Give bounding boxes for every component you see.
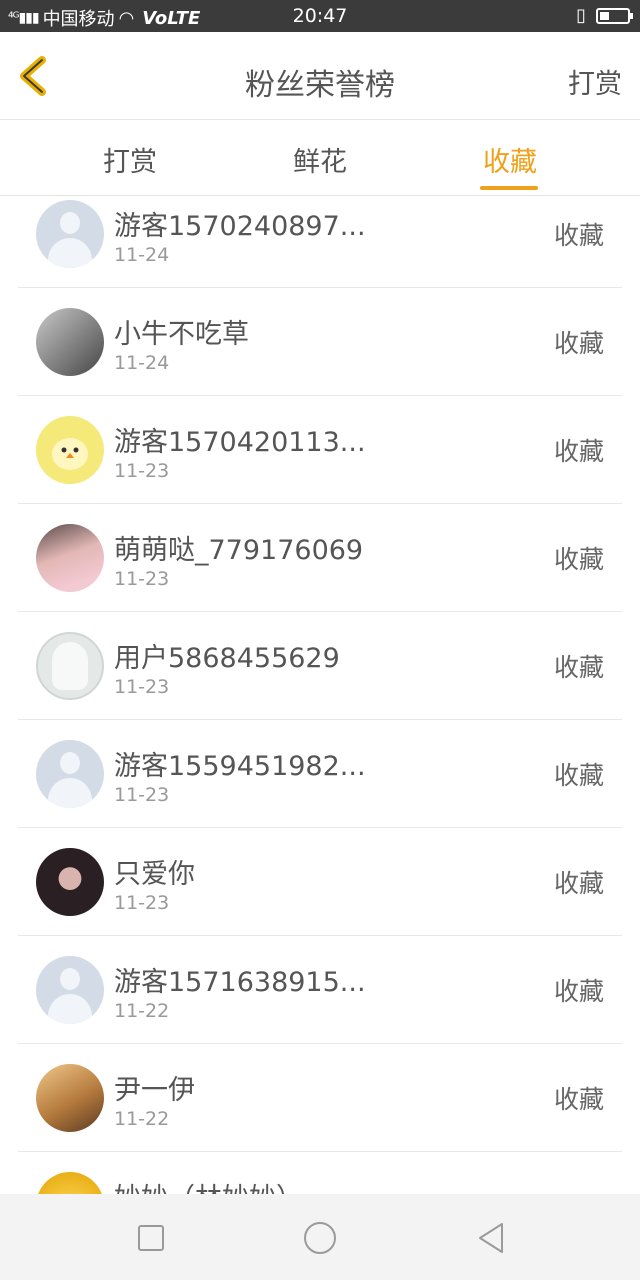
tab-reward[interactable]: 打赏: [70, 140, 190, 179]
list-item[interactable]: 尹一伊 11-22 收藏: [18, 1044, 622, 1152]
item-date: 11-23: [114, 460, 170, 482]
item-tag: 收藏: [553, 653, 604, 682]
item-tag: 收藏: [553, 545, 604, 574]
vibrate-icon: ▯: [576, 5, 586, 26]
item-date: 11-23: [114, 784, 170, 806]
item-date: 11-24: [114, 244, 170, 266]
default-avatar: [36, 740, 104, 808]
tab-favorites[interactable]: 收藏: [450, 140, 570, 179]
item-tag: 收藏: [553, 761, 604, 790]
cartoon-avatar: [36, 416, 104, 484]
tab-flowers[interactable]: 鲜花: [260, 140, 380, 179]
page-title: 粉丝荣誉榜: [245, 68, 395, 103]
item-date: 11-22: [114, 1000, 170, 1022]
user-name: 游客1570240897...: [114, 211, 366, 242]
user-name: 尹一伊: [114, 1075, 195, 1106]
chick-icon: [52, 438, 88, 470]
user-name: 游客1571638915...: [114, 967, 366, 998]
list-item[interactable]: 萌萌哒_779176069 11-23 收藏: [18, 504, 622, 612]
anime-girl-avatar: [36, 524, 104, 592]
default-avatar: [36, 956, 104, 1024]
list-item[interactable]: 游客1571638915... 11-22 收藏: [18, 936, 622, 1044]
item-tag: 收藏: [553, 329, 604, 358]
user-name: 游客1559451982...: [114, 751, 366, 782]
item-date: 11-24: [114, 352, 170, 374]
list-item[interactable]: 小牛不吃草 11-24 收藏: [18, 288, 622, 396]
status-bar: ⁴ᴳ▮▮▮ 中国移动 ◠ VoLTE 20:47 ▯: [0, 0, 640, 32]
header: 粉丝荣誉榜 打赏: [0, 32, 640, 120]
item-date: 11-23: [114, 676, 170, 698]
user-name: 小牛不吃草: [114, 319, 249, 350]
list-item[interactable]: 用户5868455629 11-23 收藏: [18, 612, 622, 720]
item-tag: 收藏: [553, 437, 604, 466]
photo-avatar: [36, 1064, 104, 1132]
clock: 20:47: [292, 5, 348, 27]
reward-button[interactable]: 打赏: [568, 62, 622, 101]
list-item[interactable]: 游客1570240897... 11-24 收藏: [18, 196, 622, 288]
item-date: 11-23: [114, 568, 170, 590]
fan-list[interactable]: 游客1570240897... 11-24 收藏 小牛不吃草 11-24 收藏 …: [0, 196, 640, 1194]
navigation-bar: [0, 1194, 640, 1280]
item-tag: 收藏: [553, 221, 604, 250]
item-date: 11-23: [114, 892, 170, 914]
default-gray-avatar: [36, 632, 104, 700]
active-tab-indicator: [480, 186, 538, 190]
photo-avatar: [36, 1172, 104, 1194]
user-name: 妙妙（林妙妙）: [114, 1176, 303, 1194]
photo-avatar: [36, 308, 104, 376]
square-icon[interactable]: [133, 1220, 169, 1256]
list-item[interactable]: 游客1559451982... 11-23 收藏: [18, 720, 622, 828]
item-date: 11-22: [114, 1108, 170, 1130]
user-name: 游客1570420113...: [114, 427, 366, 458]
triangle-back-icon[interactable]: [474, 1220, 510, 1256]
photo-avatar: [36, 848, 104, 916]
item-tag: 收藏: [553, 869, 604, 898]
list-item[interactable]: 妙妙（林妙妙）: [18, 1152, 622, 1194]
item-tag: 收藏: [553, 977, 604, 1006]
user-name: 萌萌哒_779176069: [114, 535, 364, 566]
list-item[interactable]: 游客1570420113... 11-23 收藏: [18, 396, 622, 504]
user-name: 用户5868455629: [114, 643, 340, 674]
user-name: 只爱你: [114, 859, 195, 890]
default-avatar: [36, 200, 104, 268]
item-tag: 收藏: [553, 1085, 604, 1114]
tab-bar: 打赏 鲜花 收藏: [0, 120, 640, 196]
circle-icon[interactable]: [302, 1220, 338, 1256]
list-item[interactable]: 只爱你 11-23 收藏: [18, 828, 622, 936]
battery-icon: [596, 7, 633, 24]
